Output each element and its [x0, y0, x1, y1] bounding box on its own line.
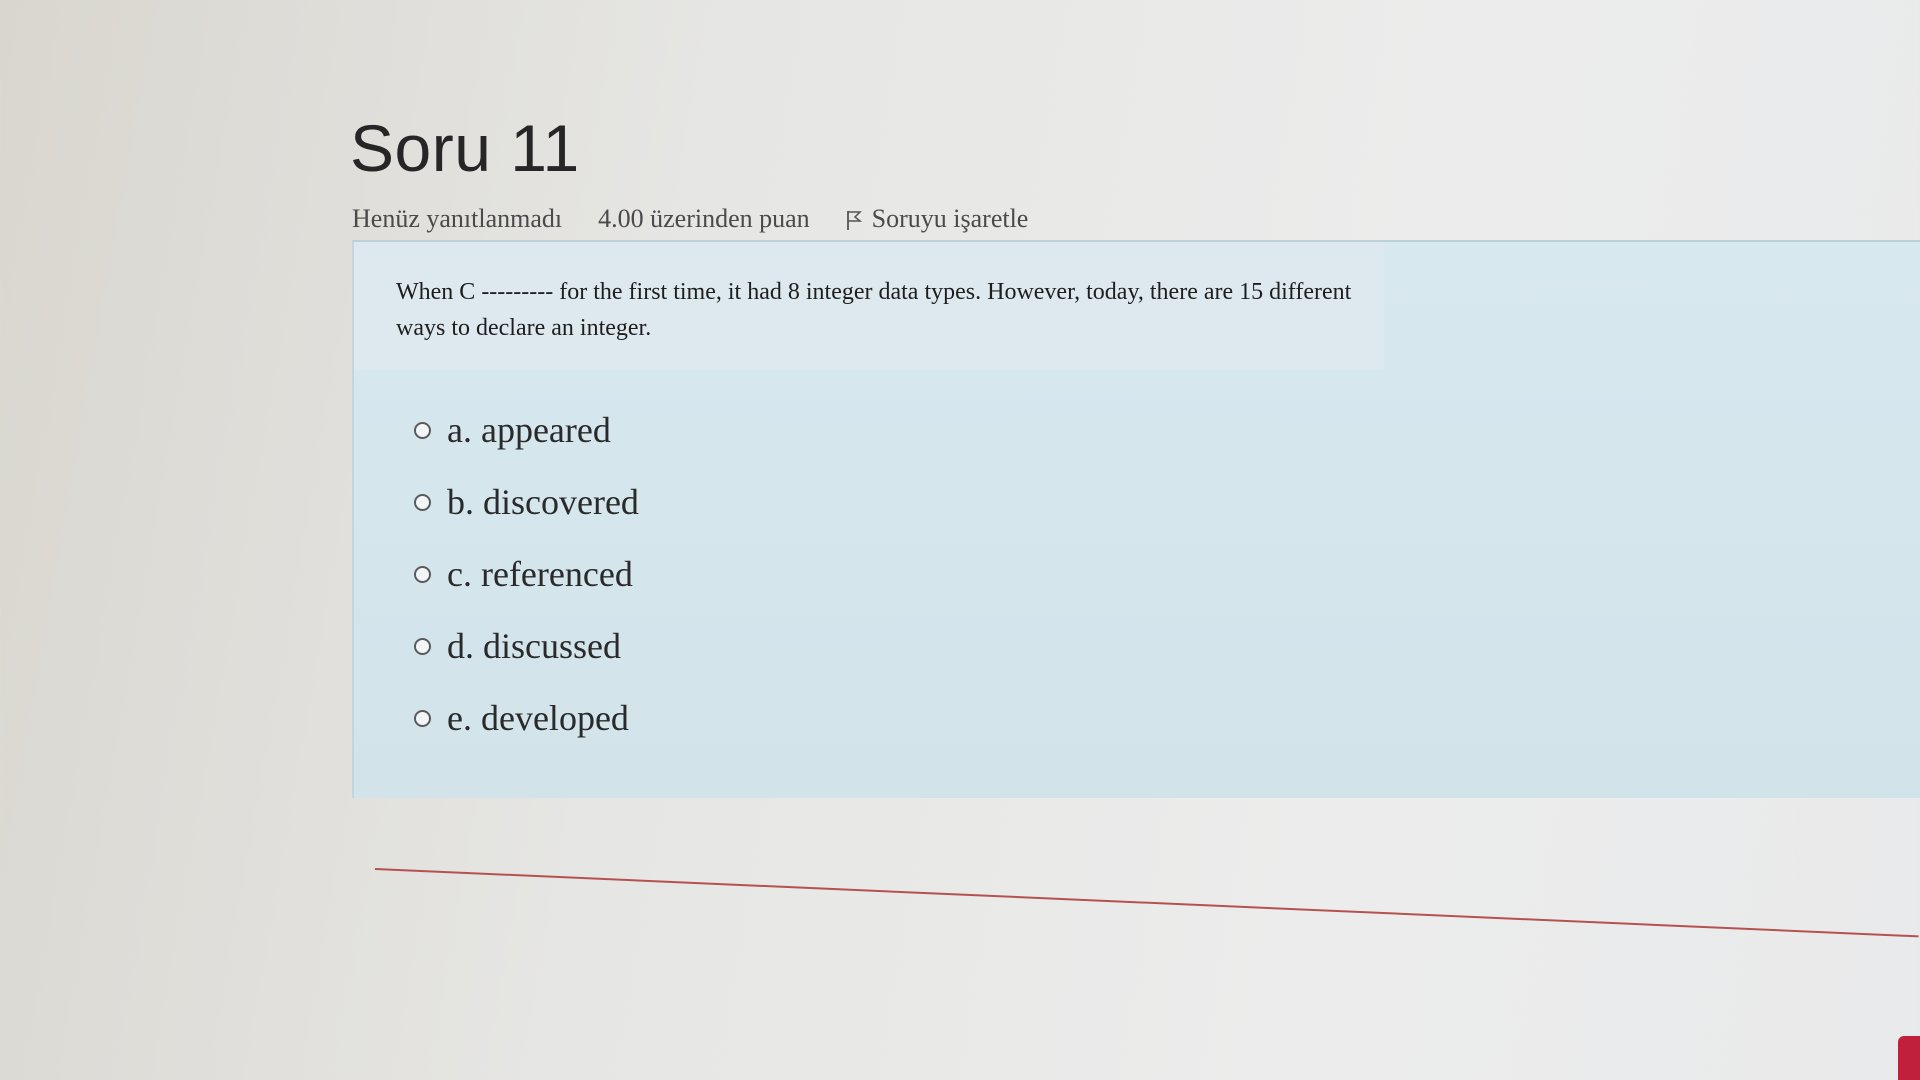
question-text-panel: When C --------- for the first time, it … — [354, 242, 1384, 370]
question-info: Henüz yanıtlanmadı 4.00 üzerinden puan S… — [352, 204, 1028, 234]
answer-option-e[interactable]: e. developed — [414, 697, 639, 739]
question-text: When C --------- for the first time, it … — [396, 279, 1352, 341]
answer-option-c[interactable]: c. referenced — [414, 553, 639, 595]
flag-question-link[interactable]: Soruyu işaretle — [846, 204, 1029, 234]
radio-button[interactable] — [414, 421, 431, 439]
question-title: Soru 11 — [350, 111, 580, 185]
question-content-box: When C --------- for the first time, it … — [352, 240, 1920, 798]
question-status: Henüz yanıtlanmadı — [352, 204, 563, 233]
option-label[interactable]: d. discussed — [447, 625, 621, 667]
question-points: 4.00 üzerinden puan — [598, 204, 810, 233]
corner-tab — [1898, 1036, 1920, 1080]
flag-icon — [846, 208, 862, 230]
quiz-page: Soru 11 Henüz yanıtlanmadı 4.00 üzerinde… — [350, 0, 1920, 1080]
answer-options: a. appeared b. discovered c. referenced … — [414, 409, 639, 772]
radio-button[interactable] — [414, 565, 431, 583]
option-label[interactable]: c. referenced — [447, 553, 633, 595]
flag-question-label[interactable]: Soruyu işaretle — [872, 204, 1029, 234]
radio-button[interactable] — [414, 709, 431, 727]
option-label[interactable]: a. appeared — [447, 409, 611, 451]
option-label[interactable]: e. developed — [447, 697, 629, 739]
answer-option-b[interactable]: b. discovered — [414, 481, 639, 523]
radio-button[interactable] — [414, 493, 431, 511]
radio-button[interactable] — [414, 637, 431, 655]
answer-option-a[interactable]: a. appeared — [414, 409, 639, 451]
option-label[interactable]: b. discovered — [447, 481, 639, 523]
answer-option-d[interactable]: d. discussed — [414, 625, 639, 667]
